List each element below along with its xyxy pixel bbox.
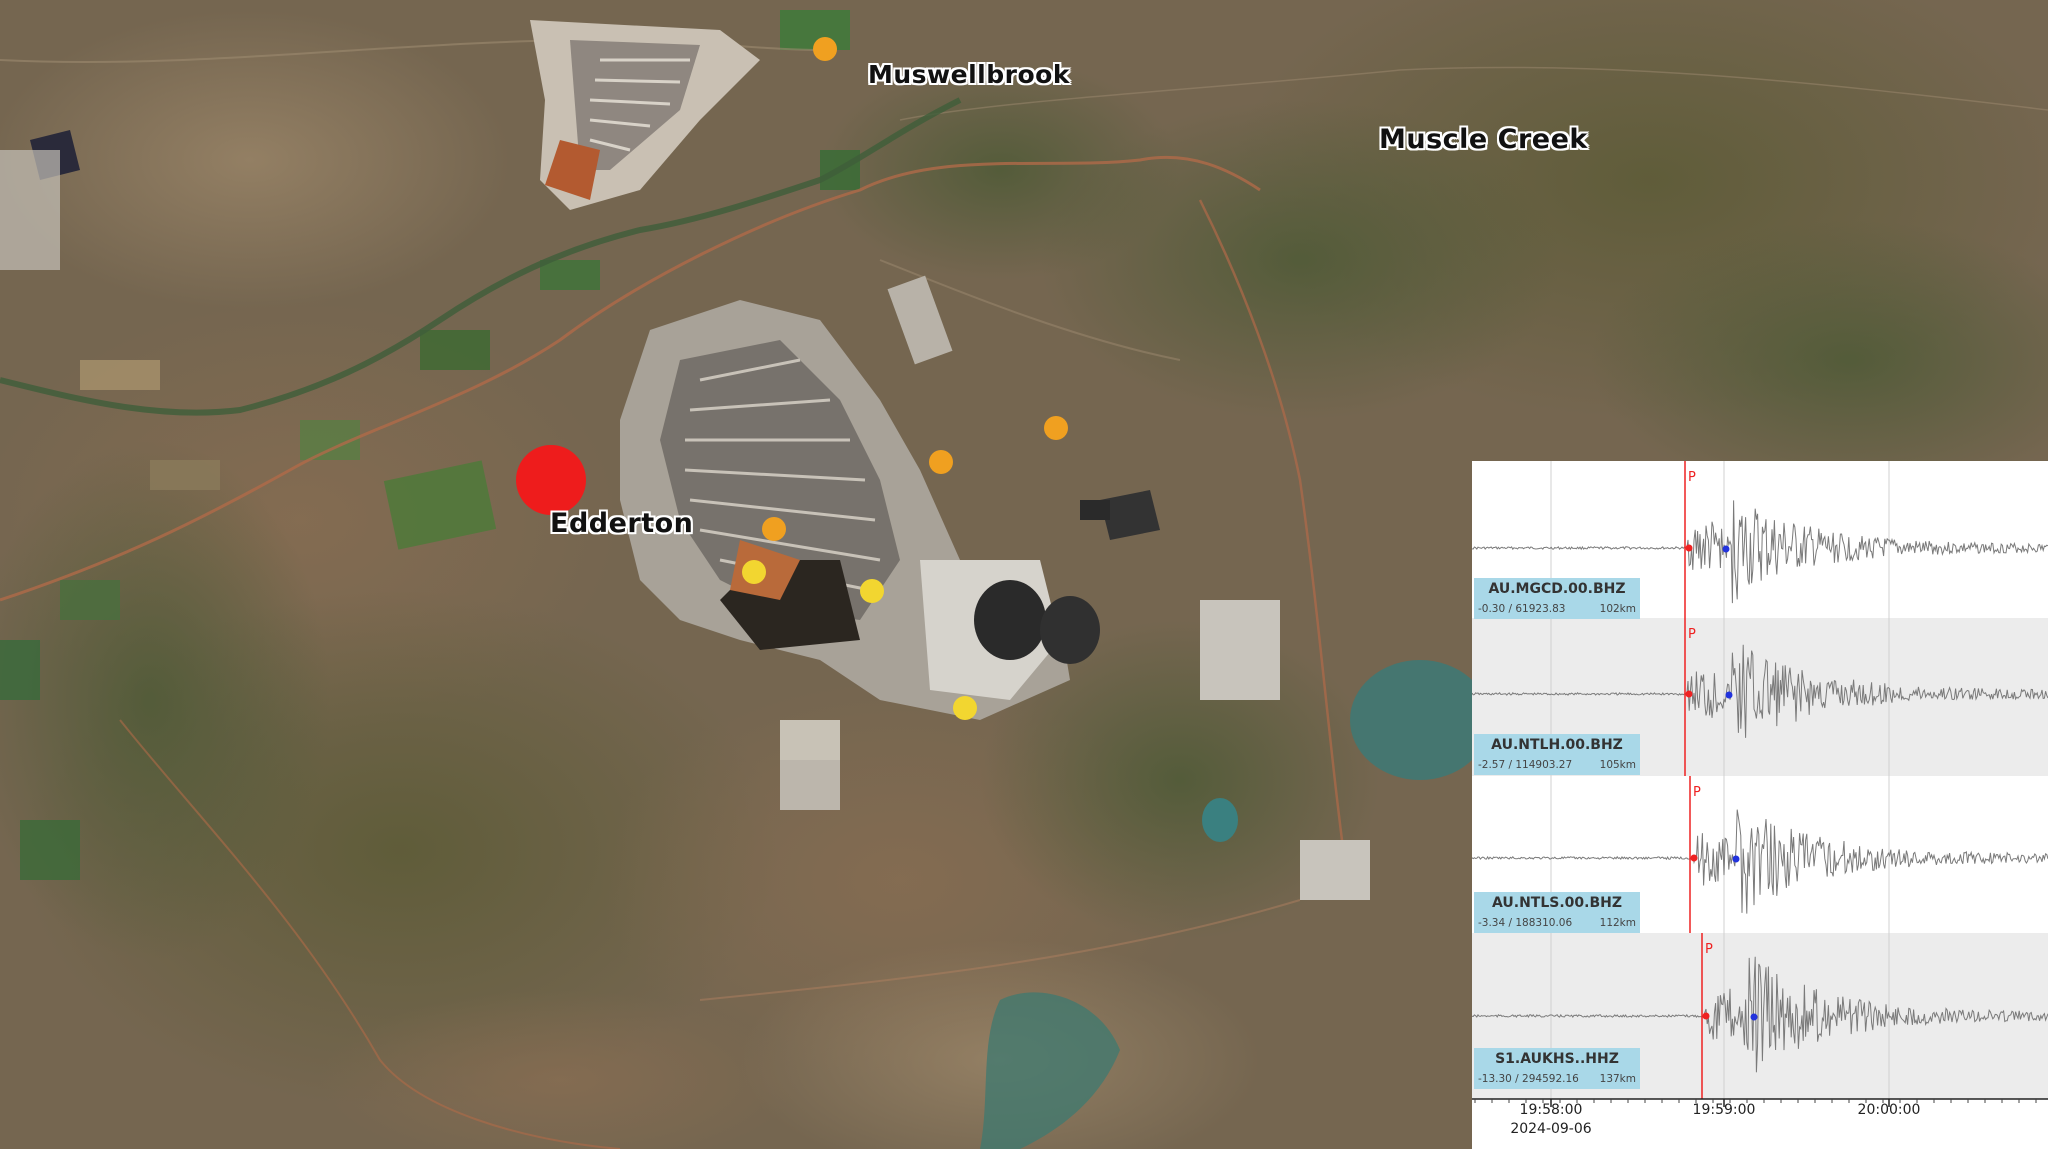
event-marker[interactable]	[1044, 416, 1068, 440]
trace-row: AU.NTLH.00.BHZ -2.57 / 114903.27 105km	[1472, 618, 2048, 775]
station-label: S1.AUKHS..HHZ -13.30 / 294592.16 137km	[1474, 1048, 1640, 1089]
trace-row: AU.MGCD.00.BHZ -0.30 / 61923.83 102km	[1472, 461, 2048, 619]
event-marker[interactable]	[762, 517, 786, 541]
station-distance: 105km	[1599, 759, 1636, 771]
station-label: AU.MGCD.00.BHZ -0.30 / 61923.83 102km	[1474, 578, 1640, 619]
place-label-muscle-creek: Muscle Creek	[1379, 124, 1588, 155]
station-distance: 137km	[1599, 1073, 1636, 1085]
event-marker[interactable]	[953, 696, 977, 720]
trace-row: S1.AUKHS..HHZ -13.30 / 294592.16 137km	[1472, 933, 2048, 1089]
epicenter-marker[interactable]	[516, 445, 586, 515]
time-tick-label: 19:59:00	[1692, 1102, 1756, 1118]
station-amplitude: -2.57 / 114903.27	[1478, 759, 1573, 771]
event-marker[interactable]	[813, 37, 837, 61]
station-distance: 102km	[1599, 603, 1636, 615]
station-distance: 112km	[1599, 917, 1636, 929]
date-label: 2024-09-06	[1510, 1121, 1592, 1137]
trace-row: AU.NTLS.00.BHZ -3.34 / 188310.06 112km	[1472, 776, 2048, 933]
station-label: AU.NTLH.00.BHZ -2.57 / 114903.27 105km	[1474, 734, 1640, 775]
station-name: AU.NTLH.00.BHZ	[1491, 737, 1623, 753]
station-amplitude: -3.34 / 188310.06	[1478, 917, 1573, 929]
station-name: AU.NTLS.00.BHZ	[1491, 895, 1623, 911]
station-amplitude: -0.30 / 61923.83	[1478, 603, 1566, 615]
seismogram-panel: PPPP AU.MGCD.00.BHZ -0.30 / 61923.83 102…	[1472, 461, 2048, 1149]
time-tick-label: 20:00:00	[1857, 1102, 1921, 1118]
station-label: AU.NTLS.00.BHZ -3.34 / 188310.06 112km	[1474, 892, 1640, 933]
station-amplitude: -13.30 / 294592.16	[1478, 1073, 1579, 1085]
place-label-muswellbrook: Muswellbrook	[868, 60, 1070, 89]
place-label-edderton: Edderton	[550, 508, 694, 539]
station-name: AU.MGCD.00.BHZ	[1488, 581, 1626, 597]
event-marker[interactable]	[929, 450, 953, 474]
time-tick-label: 19:58:00	[1519, 1102, 1583, 1118]
event-marker[interactable]	[742, 560, 766, 584]
event-marker[interactable]	[860, 579, 884, 603]
station-name: S1.AUKHS..HHZ	[1495, 1051, 1619, 1067]
